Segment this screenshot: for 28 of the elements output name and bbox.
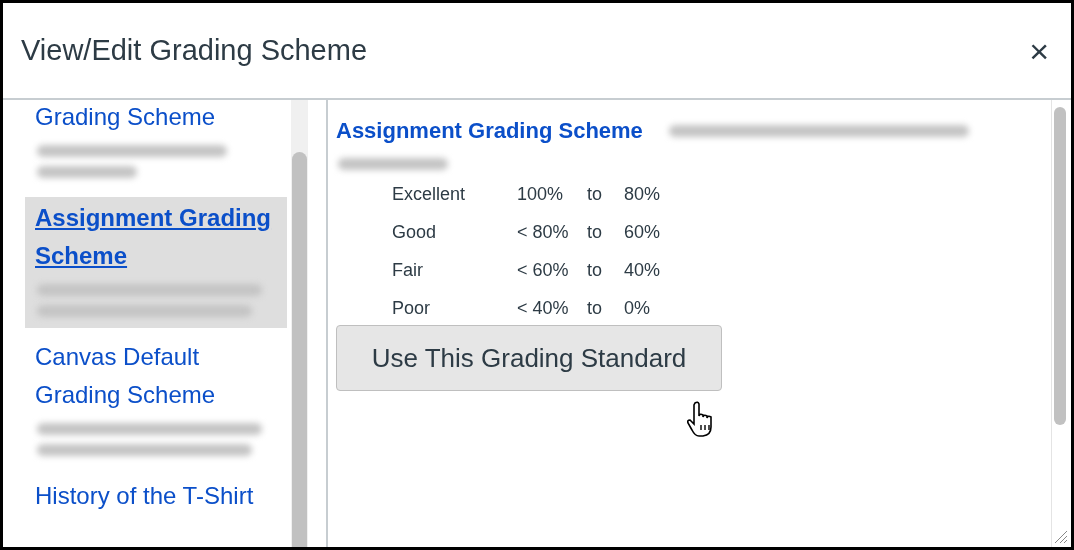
scheme-title: Assignment Grading Scheme [336,118,643,144]
grade-name: Excellent [392,183,467,206]
scheme-link[interactable]: Assignment Grading Scheme [35,199,277,275]
scrollbar[interactable] [1051,100,1068,547]
grade-name: Good [392,221,438,244]
scheme-link[interactable]: History of the T-Shirt [35,477,277,515]
grade-name: Poor [392,297,432,320]
range-separator: to [587,221,603,244]
range-from: < 40% [517,297,570,320]
range-to: 40% [624,259,662,282]
scheme-link[interactable]: Grading Scheme [35,100,277,136]
scrollbar[interactable] [291,100,308,547]
range-to: 80% [624,183,662,206]
grade-name: Fair [392,259,424,282]
dialog-title: View/Edit Grading Scheme [21,34,368,67]
range-to: 0% [624,297,651,320]
range-to: 60% [624,221,662,244]
range-separator: to [587,183,603,206]
range-from: < 80% [517,221,570,244]
use-standard-button[interactable]: Use This Grading Standard [336,325,722,391]
range-separator: to [587,297,603,320]
range-from: < 60% [517,259,570,282]
range-from: 100% [517,183,565,206]
resize-grip-icon[interactable] [1052,528,1068,544]
range-separator: to [587,259,603,282]
selected-list-item[interactable]: Assignment Grading Scheme [25,197,287,328]
close-button[interactable]: × [1025,33,1053,68]
scheme-link[interactable]: Canvas Default Grading Scheme [35,338,277,414]
